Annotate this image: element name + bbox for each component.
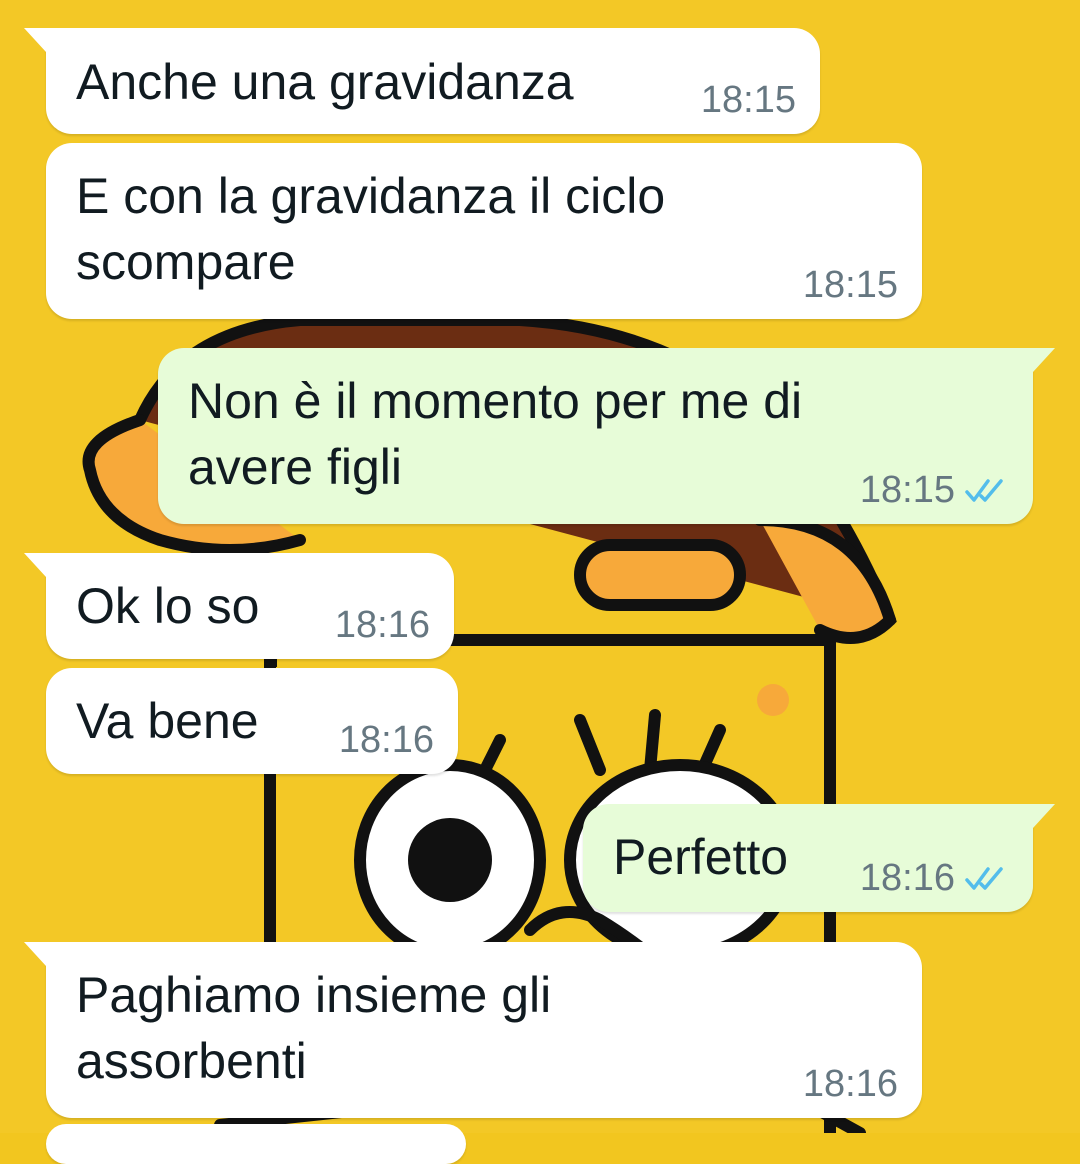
message-bubble-outgoing[interactable]: Non è il momento per me di avere figli 1… bbox=[158, 348, 1055, 524]
message-meta: 18:15 bbox=[701, 80, 796, 120]
message-bubble-outgoing[interactable]: Perfetto 18:16 bbox=[583, 804, 1055, 912]
message-text: E con la gravidanza il ciclo scompare bbox=[76, 168, 666, 290]
message-bubble-incoming[interactable]: E con la gravidanza il ciclo scompare 18… bbox=[46, 143, 922, 319]
message-text: Anche una gravidanza bbox=[76, 54, 574, 110]
message-bubble-incoming[interactable]: Paghiamo insieme gli assorbenti 18:16 bbox=[24, 942, 922, 1118]
message-bubble-partial bbox=[46, 1124, 466, 1164]
double-check-read-icon bbox=[965, 867, 1003, 890]
message-text: Non è il momento per me di avere figli bbox=[188, 373, 803, 495]
message-bubble-incoming[interactable]: Ok lo so 18:16 bbox=[24, 553, 454, 659]
message-time: 18:15 bbox=[802, 264, 898, 306]
message-meta: 18:15 bbox=[803, 265, 898, 305]
message-text: Va bene bbox=[76, 693, 259, 749]
message-text: Paghiamo insieme gli assorbenti bbox=[76, 967, 552, 1089]
message-time: 18:16 bbox=[802, 1063, 898, 1105]
message-meta: 18:16 bbox=[860, 858, 1009, 898]
message-time: 18:15 bbox=[859, 469, 955, 511]
message-meta: 18:16 bbox=[803, 1064, 898, 1104]
message-time: 18:16 bbox=[334, 604, 430, 646]
message-meta: 18:15 bbox=[860, 470, 1009, 510]
message-meta: 18:16 bbox=[339, 720, 434, 760]
message-time: 18:15 bbox=[700, 79, 796, 121]
message-time: 18:16 bbox=[859, 857, 955, 899]
message-meta: 18:16 bbox=[335, 605, 430, 645]
message-bubble-incoming[interactable]: Va bene 18:16 bbox=[46, 668, 458, 774]
message-text: Ok lo so bbox=[76, 578, 260, 634]
message-text: Perfetto bbox=[613, 829, 789, 885]
message-time: 18:16 bbox=[338, 719, 434, 761]
double-check-read-icon bbox=[965, 479, 1003, 502]
message-bubble-incoming[interactable]: Anche una gravidanza 18:15 bbox=[24, 28, 820, 134]
